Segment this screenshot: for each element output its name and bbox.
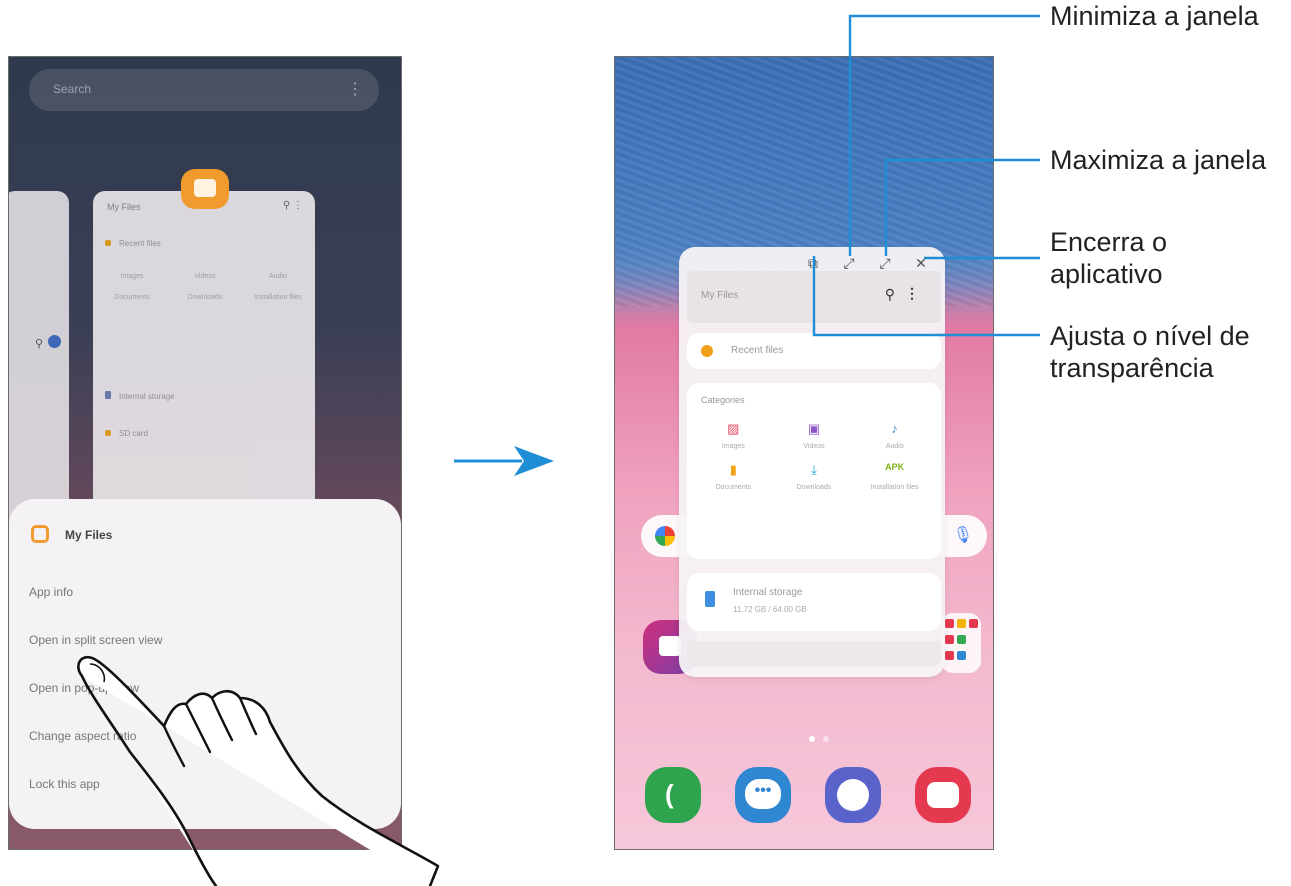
callout-maximize: Maximiza a janela — [1050, 145, 1267, 175]
callout-minimize: Minimiza a janela — [1050, 1, 1259, 31]
callout-transparency: Ajusta o nível de transparência — [1050, 320, 1250, 384]
callout-transparency-line1: Ajusta o nível de — [1050, 321, 1250, 351]
callout-close-line1: Encerra o — [1050, 227, 1168, 257]
callout-close: Encerra o aplicativo — [1050, 226, 1167, 290]
callout-transparency-line2: transparência — [1050, 353, 1214, 383]
callout-lines — [812, 14, 1040, 337]
callout-close-line2: aplicativo — [1050, 259, 1163, 289]
